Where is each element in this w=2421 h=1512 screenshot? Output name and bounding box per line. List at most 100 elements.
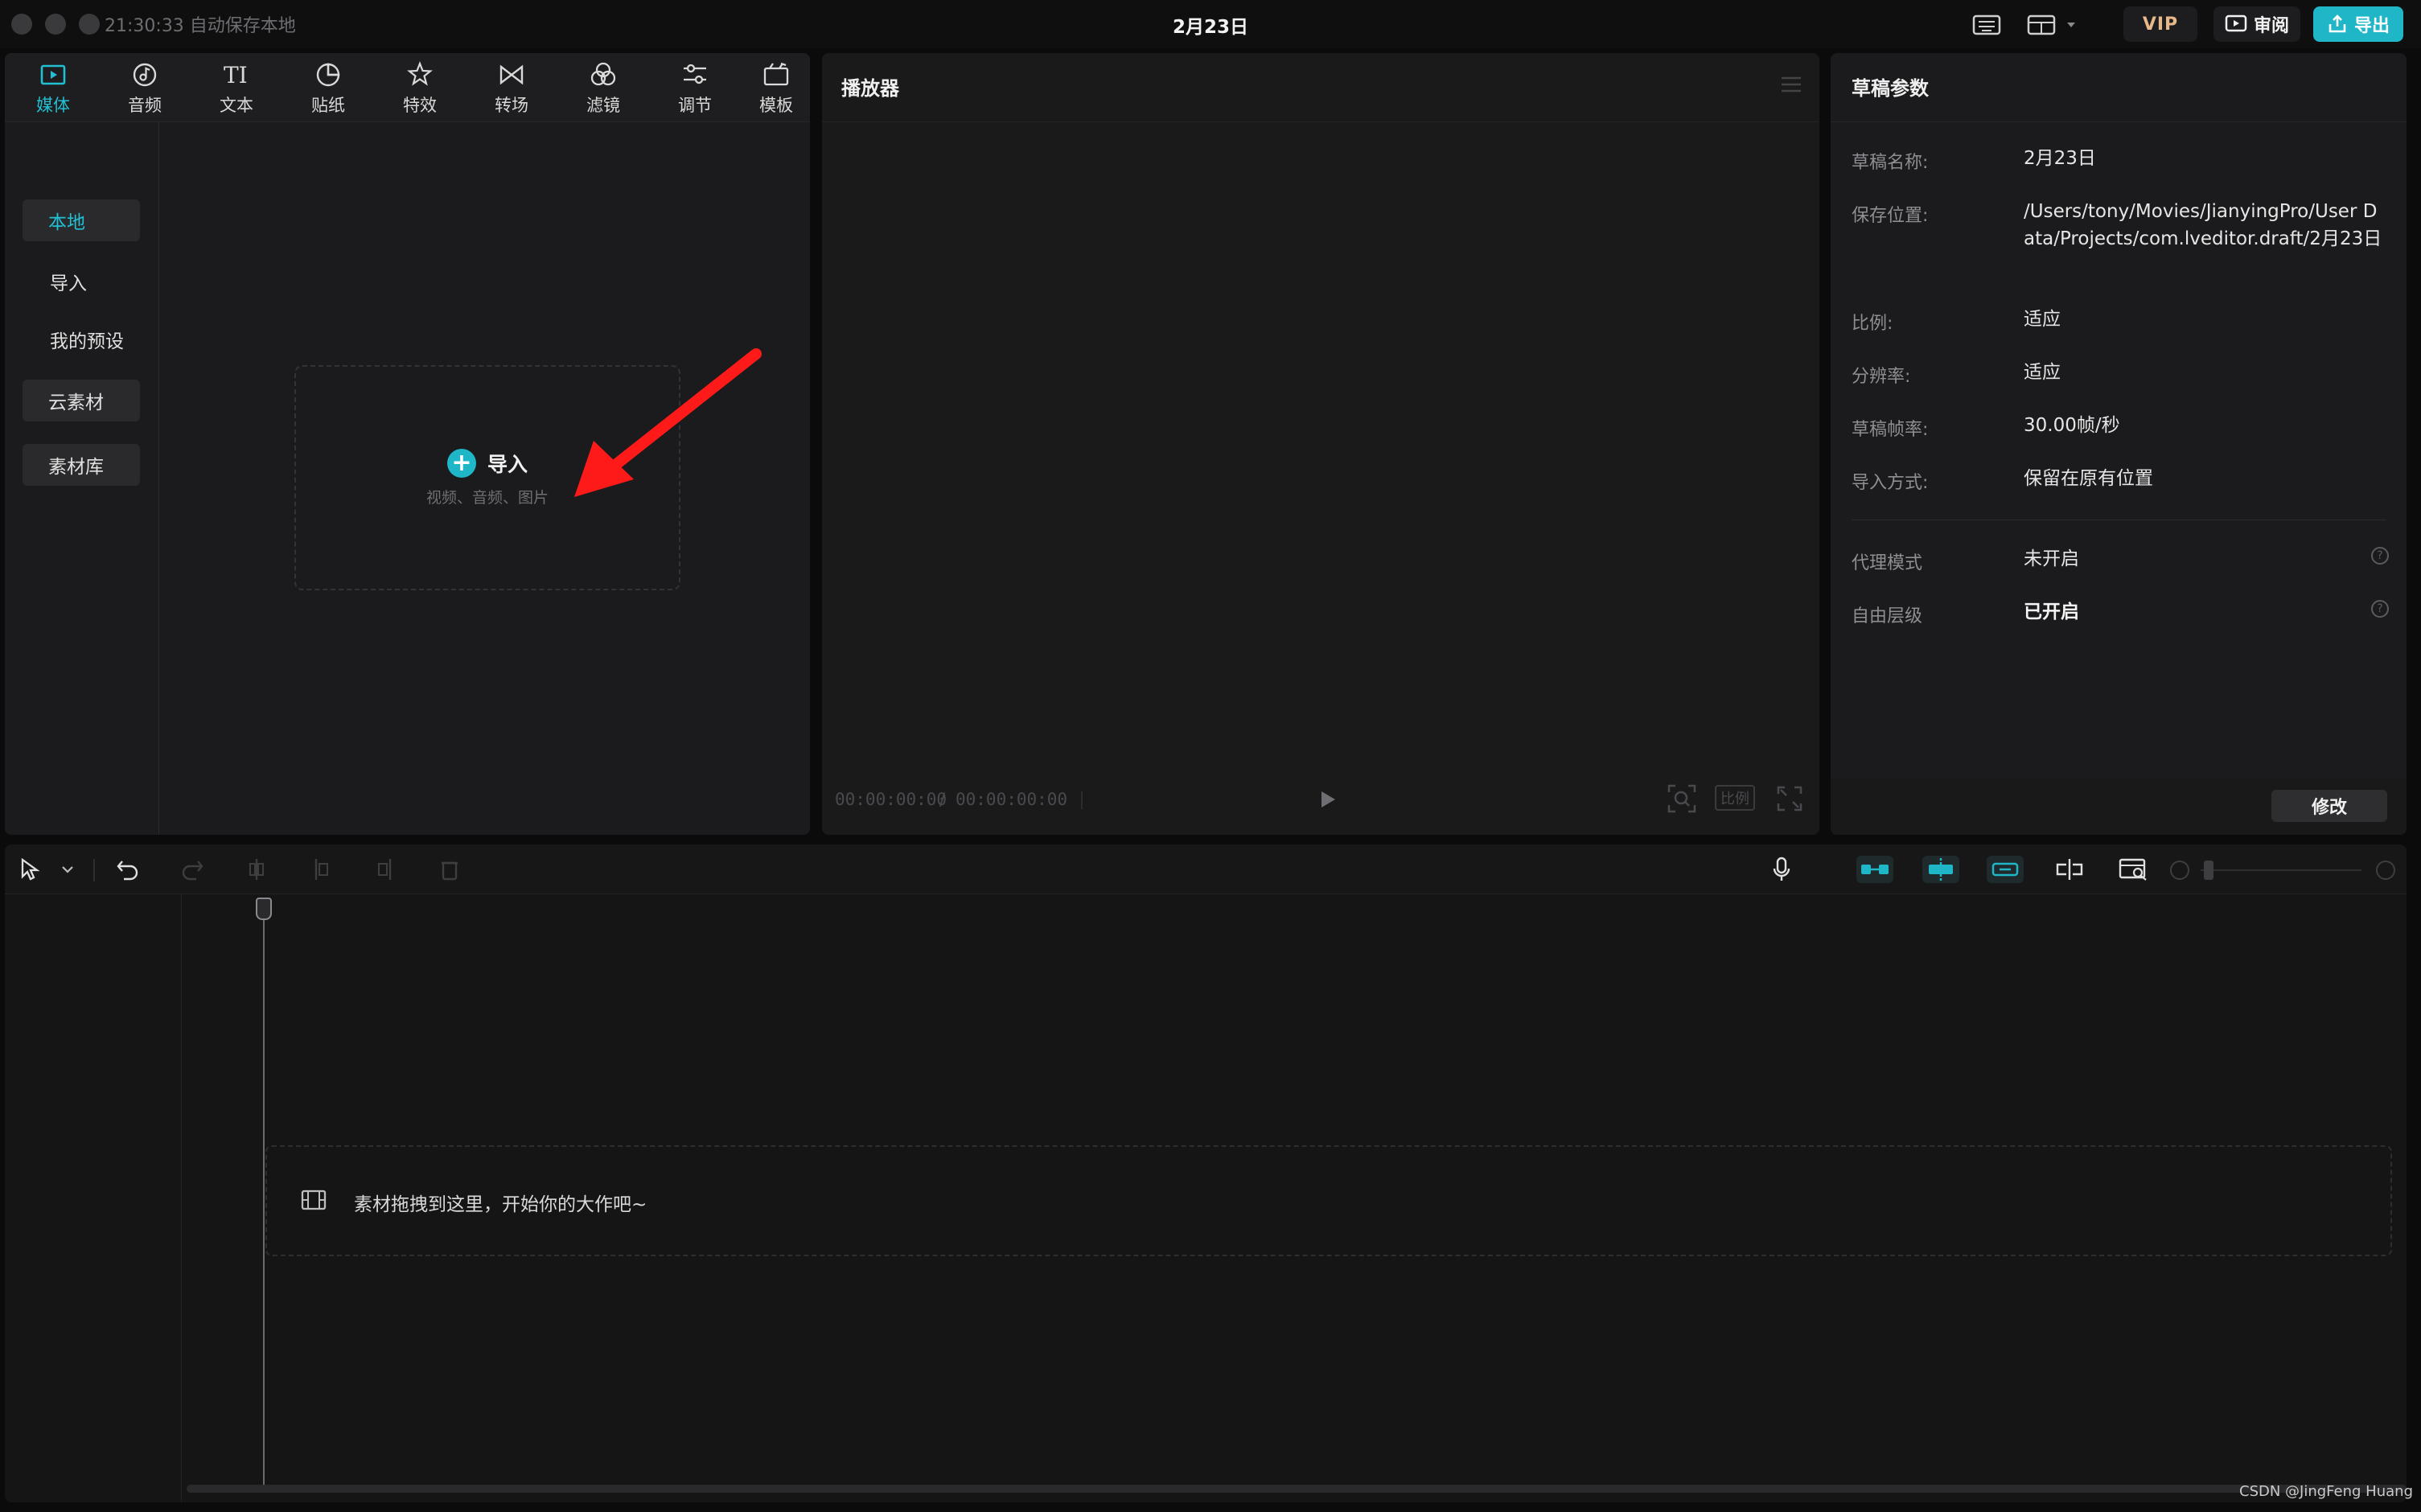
sidebar-item-local[interactable]: 本地	[23, 199, 140, 241]
sidebar-item-library[interactable]: 素材库	[23, 444, 140, 486]
export-icon	[2329, 14, 2346, 33]
zoom-slider[interactable]	[2201, 869, 2361, 871]
framerate-value: 30.00帧/秒	[2024, 415, 2120, 436]
import-label: 导入	[487, 452, 528, 476]
tab-template[interactable]: 模板	[746, 58, 806, 119]
tab-adjust-label: 调节	[678, 96, 712, 115]
watermark: CSDN @JingFeng Huang	[2239, 1483, 2413, 1500]
layout-menu-icon[interactable]	[2027, 11, 2083, 39]
filter-icon	[590, 62, 616, 86]
import-mode-label: 导入方式:	[1852, 473, 1929, 493]
tab-media-label: 媒体	[36, 96, 70, 115]
draft-header: 草稿参数	[1831, 53, 2407, 122]
sidebar-item-import[interactable]: 导入	[23, 261, 140, 302]
zoom-slider-handle[interactable]	[2204, 861, 2213, 880]
zoom-to-fit-timeline-icon[interactable]	[2117, 856, 2151, 883]
proxy-mode-value: 未开启	[2024, 549, 2079, 569]
tab-adjust[interactable]: 调节	[655, 58, 735, 119]
menu-icon[interactable]	[1781, 76, 1802, 93]
media-icon	[40, 64, 66, 85]
help-icon[interactable]: ?	[2371, 547, 2389, 565]
text-icon: TI	[224, 62, 248, 88]
link-clips-icon[interactable]	[1987, 856, 2024, 883]
tab-template-label: 模板	[759, 96, 793, 115]
sidebar-item-local-label: 本地	[48, 212, 85, 233]
player-panel: 播放器 00:00:00:00 / 00:00:00:00 比例	[822, 53, 1819, 835]
select-tool-icon[interactable]	[18, 856, 42, 883]
preview-axis-icon[interactable]	[2053, 856, 2086, 883]
play-icon[interactable]	[1313, 785, 1342, 814]
zoom-fit-icon[interactable]	[1667, 783, 1697, 814]
free-layer-value: 已开启	[2024, 602, 2079, 622]
redo-icon[interactable]	[179, 856, 206, 883]
template-icon	[763, 62, 789, 86]
tab-filter[interactable]: 滤镜	[563, 58, 643, 119]
review-icon	[2225, 14, 2247, 32]
tab-audio-label: 音频	[128, 96, 162, 115]
player-title: 播放器	[841, 77, 899, 100]
timeline-toolbar	[5, 844, 2407, 894]
tab-transition[interactable]: 转场	[471, 58, 552, 119]
tab-media[interactable]: 媒体	[13, 58, 93, 119]
media-tab-bar: 媒体 音频 TI 文本 贴纸 特效 转场 滤镜 调节 模板	[5, 53, 810, 122]
help-icon[interactable]: ?	[2371, 600, 2389, 618]
divider	[1081, 791, 1083, 809]
import-button[interactable]: + 导入	[446, 448, 528, 478]
modify-button[interactable]: 修改	[2271, 790, 2387, 822]
resolution-value: 适应	[2024, 362, 2061, 383]
red-arrow-annotation	[574, 348, 762, 497]
ratio-label: 比例:	[1852, 314, 1893, 334]
import-mode-value: 保留在原有位置	[2024, 468, 2153, 489]
chevron-down-icon[interactable]	[58, 856, 77, 883]
keyboard-shortcuts-icon[interactable]	[1971, 11, 2003, 39]
auto-snap-icon[interactable]	[1922, 856, 1959, 883]
draft-name-value: 2月23日	[2024, 148, 2096, 169]
tab-text-label: 文本	[220, 96, 253, 115]
sidebar-item-presets-label: 我的预设	[50, 331, 124, 352]
split-right-icon[interactable]	[372, 856, 399, 883]
draft-footer: 修改	[1831, 779, 2407, 835]
export-button[interactable]: 导出	[2313, 6, 2403, 42]
main-track-magnet-icon[interactable]	[1856, 856, 1893, 883]
review-label: 审阅	[2253, 16, 2289, 36]
zoom-in-icon[interactable]	[2376, 861, 2395, 880]
playhead[interactable]	[263, 909, 265, 1485]
tab-sticker[interactable]: 贴纸	[288, 58, 368, 119]
vip-button[interactable]: VIP	[2123, 6, 2197, 42]
export-label: 导出	[2353, 16, 2390, 36]
sidebar-item-import-label: 导入	[50, 273, 87, 294]
film-icon	[301, 1189, 327, 1210]
playhead-handle[interactable]	[256, 898, 272, 920]
review-button[interactable]: 审阅	[2213, 6, 2300, 42]
delete-icon[interactable]	[436, 856, 463, 883]
draft-settings-panel: 草稿参数 草稿名称: 2月23日 保存位置: /Users/tony/Movie…	[1831, 53, 2407, 835]
zoom-out-icon[interactable]	[2170, 861, 2189, 880]
split-icon[interactable]	[243, 856, 270, 883]
sidebar-item-cloud[interactable]: 云素材	[23, 380, 140, 421]
split-left-icon[interactable]	[307, 856, 335, 883]
tab-filter-label: 滤镜	[586, 96, 620, 115]
player-controls: 00:00:00:00 / 00:00:00:00 比例	[822, 769, 1819, 835]
timeline-panel: 素材拖拽到这里，开始你的大作吧~	[5, 844, 2407, 1502]
timeline-scrollbar[interactable]	[187, 1485, 2407, 1493]
draft-name-label: 草稿名称:	[1852, 153, 1929, 173]
adjust-icon	[684, 64, 706, 84]
free-layer-label: 自由层级	[1852, 606, 1923, 627]
effects-icon	[407, 60, 433, 86]
fullscreen-icon[interactable]	[1776, 785, 1803, 812]
import-hint: 视频、音频、图片	[425, 488, 549, 507]
save-location-label: 保存位置:	[1852, 206, 1929, 226]
microphone-icon[interactable]	[1768, 856, 1795, 883]
tab-effects[interactable]: 特效	[380, 58, 460, 119]
tab-text[interactable]: TI 文本	[196, 58, 277, 119]
time-separator: /	[939, 790, 946, 809]
sidebar-item-presets[interactable]: 我的预设	[23, 318, 140, 360]
audio-icon	[133, 63, 157, 87]
current-time: 00:00:00:00	[835, 790, 947, 809]
divider	[93, 859, 95, 881]
ratio-value: 适应	[2024, 309, 2061, 330]
undo-icon[interactable]	[114, 856, 142, 883]
tab-audio[interactable]: 音频	[105, 58, 185, 119]
ratio-button[interactable]: 比例	[1715, 785, 1755, 811]
track-header-column	[5, 894, 182, 1502]
